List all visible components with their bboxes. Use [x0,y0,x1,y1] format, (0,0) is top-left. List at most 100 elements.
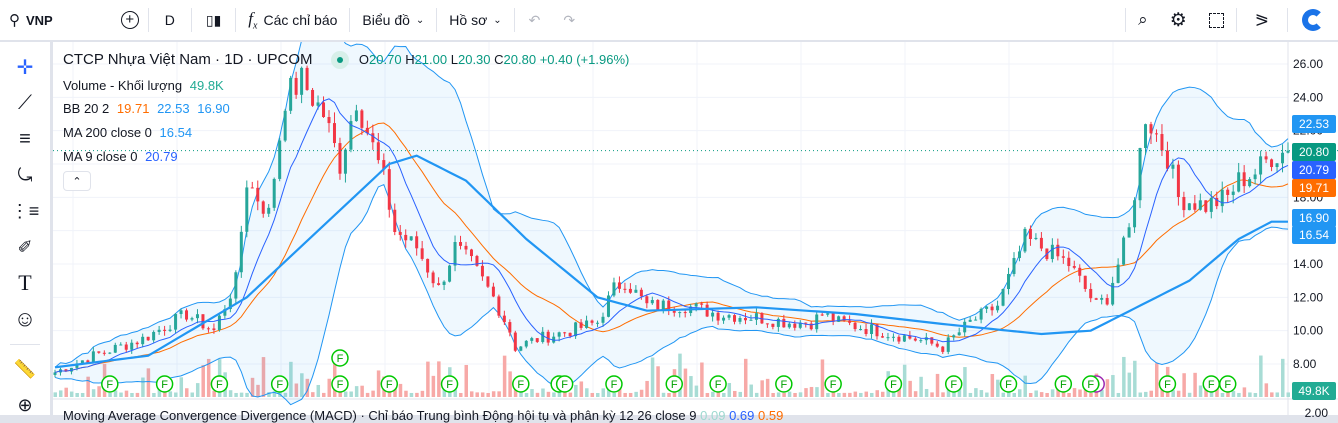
close-price-label: 20.80 [1292,143,1336,161]
volume-bar [579,381,584,397]
volume-bar [409,392,414,397]
trend-line-tool[interactable]: ⟋ [12,90,38,116]
volume-bar [908,380,912,397]
volume-bar [782,392,786,397]
settings-button[interactable]: ⚙ [1160,0,1197,40]
interval-button[interactable]: D [149,0,191,40]
candle-body [733,315,737,322]
volume-bar [1133,360,1137,397]
candle-body [815,314,819,330]
candle-body [727,315,731,318]
volume-bar [1144,391,1148,397]
volume-bar [245,392,249,397]
candle-body [212,328,216,330]
high-label: H [405,52,415,67]
volume-bar [91,389,96,397]
emoji-tool[interactable]: ☺ [12,306,38,332]
price-chart[interactable]: 26.0024.0022.0020.0018.0016.0014.0012.00… [53,12,1338,415]
fullscreen-button[interactable] [1197,0,1236,40]
candle-body [738,317,742,322]
volume-bar [1089,392,1093,397]
candle-body [585,320,589,328]
brush-tool[interactable]: ✐ [12,234,38,260]
volume-bar [601,388,605,397]
bb-legend[interactable]: BB 20 2 19.71 22.53 16.90 [63,101,230,116]
volume-bar [354,386,359,397]
volume-legend[interactable]: Volume - Khối lượng 49.8K [63,78,224,93]
redo-button[interactable]: ↷ [554,0,584,40]
macd-value: 0.69 [729,408,755,423]
ma9-legend[interactable]: MA 9 close 0 20.79 [63,149,178,164]
macd-legend[interactable]: Moving Average Convergence Divergence (M… [63,408,783,423]
volume-value: 49.8K [189,78,224,93]
volume-bar [190,392,194,397]
low-label: L [450,52,458,67]
profile-menu-button[interactable]: Hồ sơ ⌄ [437,0,513,40]
candle-body [913,338,917,341]
event-marker-label: F [161,379,168,391]
candle-body [1220,189,1224,207]
event-marker-label: F [337,379,344,391]
indicators-button[interactable]: fx Các chỉ báo [236,0,349,40]
chart-type-button[interactable]: ▯▮ [192,0,235,40]
candle-body [946,337,950,352]
volume-bar [168,391,173,397]
candle-body [332,123,336,144]
collapse-legend-button[interactable]: ⌃ [63,171,91,191]
chart-menu-button[interactable]: Biểu đồ ⌄ [350,0,436,40]
volume-bar [349,391,353,397]
candle-body [190,318,194,320]
candle-body [1105,298,1109,305]
quick-search-button[interactable]: ⌕ [1126,0,1160,40]
volume-bar [53,392,57,397]
volume-bar [469,391,474,397]
candle-body [579,322,583,328]
candle-body [601,316,605,323]
candle-body [848,320,852,323]
candle-body [606,295,610,317]
ma200-value: 16.54 [159,125,193,140]
volume-bar [880,391,885,397]
candle-body [1253,174,1257,180]
candle-body [1281,152,1285,164]
zoom-tool[interactable]: ⊕ [12,392,38,418]
divider [10,344,40,345]
undo-button[interactable]: ↶ [515,0,555,40]
share-button[interactable]: ⪖ [1237,0,1287,40]
volume-bar [475,392,479,397]
fib-tool[interactable]: ≡ [12,126,38,152]
low-value: 20.30 [457,52,491,67]
compare-button[interactable]: + [112,0,148,40]
volume-bar [864,391,869,397]
prediction-tool[interactable]: ⋮≡ [11,198,40,224]
ma200-legend[interactable]: MA 200 close 0 16.54 [63,125,192,140]
y-tick-label: 24.00 [1293,90,1323,104]
chart-pane[interactable]: 26.0024.0022.0020.0018.0016.0014.0012.00… [53,12,1338,423]
volume-bar [634,391,638,397]
candle-body [1270,159,1274,168]
candle-body [53,372,57,375]
pattern-tool[interactable]: ⤿ [12,162,38,188]
candle-body [272,178,276,208]
volume-bar [135,392,140,397]
candle-body [1127,227,1131,238]
volume-bar [464,364,468,397]
crosshair-tool[interactable]: ✛ [12,54,38,80]
chevron-up-icon: ⌃ [72,176,82,188]
candle-body [289,77,293,111]
candle-body [102,352,106,354]
measure-tool[interactable]: 📏 [12,356,38,382]
text-tool[interactable]: T [12,270,38,296]
volume-bar [371,390,375,397]
candle-body [831,313,835,322]
volume-bar [990,374,995,397]
volume-bar [437,361,441,397]
candle-body [771,323,775,327]
candle-body [343,149,347,174]
gear-icon: ⚙ [1169,9,1187,31]
symbol-search-button[interactable]: ⚲ VNP [0,0,62,40]
candle-body [459,242,463,246]
macd-label: Moving Average Convergence Divergence (M… [63,408,697,423]
candle-body [327,117,331,124]
volume-bar [837,392,841,397]
